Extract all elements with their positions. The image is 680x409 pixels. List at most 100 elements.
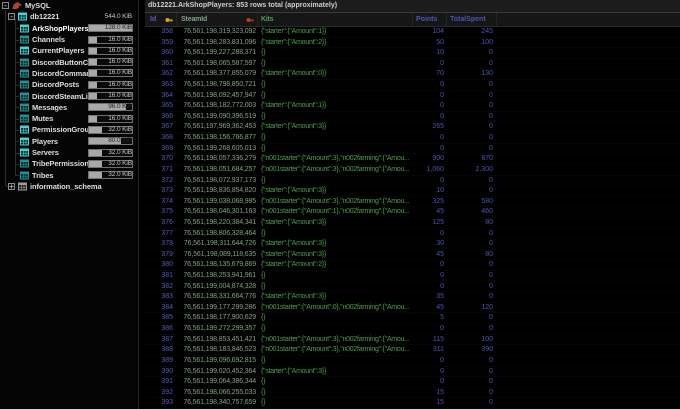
cell-id[interactable]: 383 <box>145 292 177 302</box>
cell-kits[interactable]: {"starter":{"Amount":3}} <box>258 292 413 302</box>
tree-item-mysql-root[interactable]: - MySQL <box>0 0 138 11</box>
cell-id[interactable]: 361 <box>145 59 177 69</box>
cell-kits[interactable]: {} <box>258 48 413 58</box>
table-row[interactable]: 388 76,561,198,183,846,523 {"n001starter… <box>145 345 680 356</box>
cell-steamid[interactable]: 76,561,198,177,900,629 <box>177 313 258 323</box>
cell-steamid[interactable]: 76,561,199,177,299,286 <box>177 303 258 313</box>
table-row[interactable]: 358 76,561,198,319,323,092 {"starter":{"… <box>145 27 680 38</box>
cell-points[interactable]: 5 <box>413 313 447 323</box>
table-row[interactable]: 376 76,561,198,220,384,341 {"starter":{"… <box>145 218 680 229</box>
cell-id[interactable]: 381 <box>145 271 177 281</box>
cell-id[interactable]: 389 <box>145 356 177 366</box>
cell-points[interactable]: 125 <box>413 218 447 228</box>
cell-kits[interactable]: {} <box>258 59 413 69</box>
cell-kits[interactable]: {} <box>258 324 413 334</box>
cell-steamid[interactable]: 76,561,199,268,605,013 <box>177 144 258 154</box>
cell-kits[interactable]: {"n001starter":{"Amount":0},"n002farming… <box>258 303 413 313</box>
cell-steamid[interactable]: 76,561,198,311,644,726 <box>177 239 258 249</box>
cell-points[interactable]: 0 <box>413 91 447 101</box>
table-row[interactable]: 383 76,561,198,331,664,776 {"starter":{"… <box>145 292 680 303</box>
cell-totalspent[interactable]: 0 <box>447 324 497 334</box>
table-row[interactable]: 368 76,561,198,156,766,877 {} 0 0 <box>145 133 680 144</box>
table-row[interactable]: 363 76,561,198,798,850,721 {} 0 0 <box>145 80 680 91</box>
cell-id[interactable]: 374 <box>145 197 177 207</box>
cell-points[interactable]: 45 <box>413 250 447 260</box>
cell-kits[interactable]: {} <box>258 377 413 387</box>
cell-id[interactable]: 360 <box>145 48 177 58</box>
cell-id[interactable]: 367 <box>145 122 177 132</box>
cell-id[interactable]: 366 <box>145 112 177 122</box>
cell-id[interactable]: 370 <box>145 154 177 164</box>
sidebar-table-item[interactable]: Servers 32.0 KiB <box>0 147 138 158</box>
cell-id[interactable]: 377 <box>145 229 177 239</box>
cell-kits[interactable]: {"starter":{"Amount":3}} <box>258 239 413 249</box>
cell-steamid[interactable]: 76,561,198,156,766,877 <box>177 133 258 143</box>
cell-totalspent[interactable]: 0 <box>447 239 497 249</box>
table-row[interactable]: 379 76,561,198,089,118,635 {"starter":{"… <box>145 250 680 261</box>
cell-id[interactable]: 371 <box>145 165 177 175</box>
cell-kits[interactable]: {} <box>258 176 413 186</box>
cell-kits[interactable]: {"starter":{"Amount":3}} <box>258 250 413 260</box>
cell-totalspent[interactable]: 0 <box>447 176 497 186</box>
sidebar-table-item[interactable]: DiscordCommands 16.0 KiB <box>0 68 138 79</box>
cell-steamid[interactable]: 76,561,198,183,846,523 <box>177 345 258 355</box>
cell-totalspent[interactable]: 0 <box>447 229 497 239</box>
sidebar-table-item[interactable]: Messages 96.0 KiB <box>0 102 138 113</box>
sidebar-table-item[interactable]: Mutes 16.0 KiB <box>0 113 138 124</box>
expand-icon[interactable]: + <box>8 182 15 190</box>
cell-points[interactable]: 0 <box>413 356 447 366</box>
cell-steamid[interactable]: 76,561,197,969,362,453 <box>177 122 258 132</box>
cell-points[interactable]: 0 <box>413 112 447 122</box>
cell-points[interactable]: 0 <box>413 282 447 292</box>
table-row[interactable]: 371 76,561,198,051,684,257 {"n001starter… <box>145 165 680 176</box>
cell-id[interactable]: 375 <box>145 207 177 217</box>
cell-steamid[interactable]: 76,561,198,319,323,092 <box>177 27 258 37</box>
cell-kits[interactable]: {"n001starter":{"Amount":3},"n002farming… <box>258 197 413 207</box>
cell-totalspent[interactable]: 460 <box>447 207 497 217</box>
table-row[interactable]: 391 76,561,199,064,386,344 {} 0 0 <box>145 377 680 388</box>
cell-id[interactable]: 384 <box>145 303 177 313</box>
cell-steamid[interactable]: 76,561,198,377,855,079 <box>177 69 258 79</box>
cell-steamid[interactable]: 76,561,199,038,068,985 <box>177 197 258 207</box>
cell-id[interactable]: 362 <box>145 69 177 79</box>
cell-points[interactable]: 0 <box>413 229 447 239</box>
cell-totalspent[interactable]: 0 <box>447 144 497 154</box>
cell-points[interactable]: 0 <box>413 59 447 69</box>
cell-totalspent[interactable]: 0 <box>447 48 497 58</box>
table-row[interactable]: 373 76,561,198,836,854,820 {"starter":{"… <box>145 186 680 197</box>
cell-id[interactable]: 369 <box>145 144 177 154</box>
column-header-totalspent[interactable]: TotalSpent <box>447 13 497 26</box>
cell-totalspent[interactable]: 245 <box>447 27 497 37</box>
cell-totalspent[interactable]: 0 <box>447 80 497 90</box>
cell-steamid[interactable]: 76,561,199,272,299,357 <box>177 324 258 334</box>
cell-id[interactable]: 385 <box>145 313 177 323</box>
table-row[interactable]: 387 76,561,198,853,451,421 {"n001starter… <box>145 335 680 346</box>
cell-points[interactable]: 35 <box>413 292 447 302</box>
cell-points[interactable]: 0 <box>413 176 447 186</box>
column-header-points[interactable]: Points <box>413 13 447 26</box>
tree-item-database[interactable]: - db12221 544.0 KiB <box>0 11 138 22</box>
cell-totalspent[interactable]: 0 <box>447 377 497 387</box>
sidebar-table-item[interactable]: DiscordSteamLinks 16.0 KiB <box>0 90 138 101</box>
cell-points[interactable]: 115 <box>413 335 447 345</box>
cell-totalspent[interactable]: 0 <box>447 101 497 111</box>
cell-steamid[interactable]: 76,561,198,089,118,635 <box>177 250 258 260</box>
column-header-steamid[interactable]: SteamId <box>177 13 258 26</box>
cell-points[interactable]: 0 <box>413 377 447 387</box>
cell-id[interactable]: 393 <box>145 398 177 408</box>
cell-id[interactable]: 376 <box>145 218 177 228</box>
cell-kits[interactable]: {"starter":{"Amount":3}} <box>258 367 413 377</box>
table-row[interactable]: 381 76,561,198,253,941,961 {} 0 0 <box>145 271 680 282</box>
cell-kits[interactable]: {"starter":{"Amount":2}} <box>258 260 413 270</box>
cell-steamid[interactable]: 76,561,199,096,692,815 <box>177 356 258 366</box>
cell-kits[interactable]: {"n001starter":{"Amount":3},"n002farming… <box>258 154 413 164</box>
cell-totalspent[interactable]: 100 <box>447 38 497 48</box>
cell-steamid[interactable]: 76,561,198,220,384,341 <box>177 218 258 228</box>
cell-totalspent[interactable]: 0 <box>447 271 497 281</box>
cell-totalspent[interactable]: 0 <box>447 292 497 302</box>
cell-totalspent[interactable]: 0 <box>447 388 497 398</box>
cell-points[interactable]: 45 <box>413 207 447 217</box>
cell-kits[interactable]: {} <box>258 112 413 122</box>
cell-kits[interactable]: {"n001starter":{"Amount":3},"n002farming… <box>258 335 413 345</box>
cell-id[interactable]: 373 <box>145 186 177 196</box>
